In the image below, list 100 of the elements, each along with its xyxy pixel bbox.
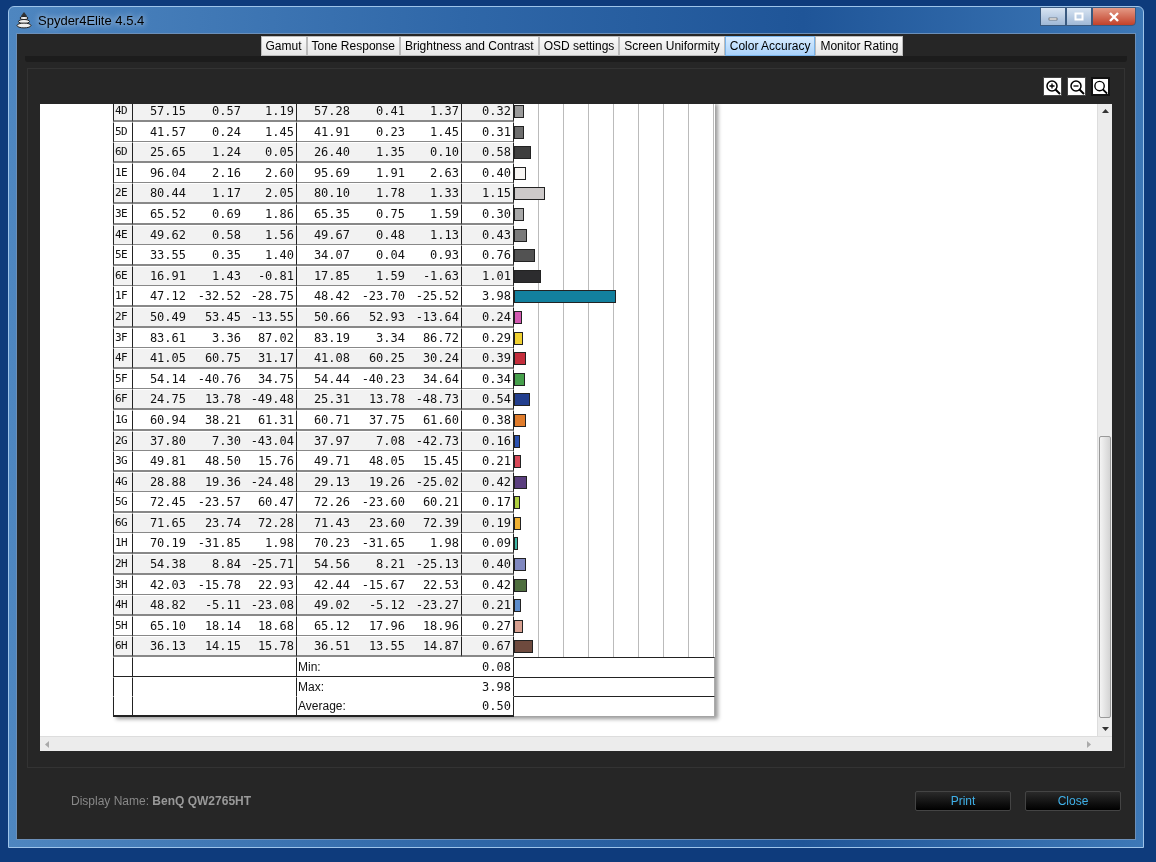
tab[interactable]: Monitor Rating <box>815 36 904 56</box>
table-cell: 13.55 <box>352 636 407 658</box>
table-cell: 50.66 <box>297 306 352 328</box>
table-cell: 0.40 <box>462 162 514 184</box>
table-cell: 6E <box>113 265 133 287</box>
table-cell: 22.53 <box>407 574 462 596</box>
table-cell: 0.05 <box>243 142 297 164</box>
zoom-in-button[interactable] <box>1043 77 1062 96</box>
vertical-scrollbar[interactable] <box>1097 104 1112 736</box>
table-cell: 0.32 <box>462 104 514 122</box>
table-cell: 1.43 <box>188 265 243 287</box>
table-cell: 48.42 <box>297 286 352 308</box>
table-cell: 1.15 <box>462 183 514 205</box>
minimize-button[interactable] <box>1040 7 1066 26</box>
tab[interactable]: Brightness and Contrast <box>399 36 539 56</box>
table-cell: 60.21 <box>407 492 462 514</box>
table-cell: 2.60 <box>243 162 297 184</box>
table-cell: 1F <box>113 286 133 308</box>
table-cell: 14.87 <box>407 636 462 658</box>
table-cell: 15.45 <box>407 451 462 473</box>
table-cell: 87.02 <box>243 327 297 349</box>
table-cell: 1.45 <box>407 121 462 143</box>
table-cell: 1H <box>113 533 133 555</box>
table-cell: 1.01 <box>462 265 514 287</box>
table-cell: 2E <box>113 183 133 205</box>
table-cell: 1.56 <box>243 224 297 246</box>
zoom-out-button[interactable] <box>1067 77 1086 96</box>
table-cell: 33.55 <box>133 245 188 267</box>
scrollbar-thumb[interactable] <box>1099 436 1111 718</box>
table-cell: 4F <box>113 348 133 370</box>
table-cell: 30.24 <box>407 348 462 370</box>
table-cell: 18.96 <box>407 615 462 637</box>
table-cell: 48.82 <box>133 595 188 617</box>
table-cell: 8.21 <box>352 554 407 576</box>
table-cell: 0.04 <box>352 245 407 267</box>
scroll-down-icon[interactable] <box>1100 726 1110 732</box>
table-cell: 7.08 <box>352 430 407 452</box>
table-cell: 41.08 <box>297 348 352 370</box>
table-cell: 36.13 <box>133 636 188 658</box>
table-cell: 0.54 <box>462 389 514 411</box>
table-cell: 6D <box>113 142 133 164</box>
table-cell: 0.57 <box>188 104 243 122</box>
table-cell: -25.13 <box>407 554 462 576</box>
table-cell: 49.67 <box>297 224 352 246</box>
table-cell: -28.75 <box>243 286 297 308</box>
table-cell: 34.07 <box>297 245 352 267</box>
table-cell: 0.19 <box>462 512 514 534</box>
table-cell: Average: <box>297 696 462 718</box>
tab[interactable]: Color Accuracy <box>724 36 816 56</box>
table-cell: 23.60 <box>352 512 407 534</box>
table-cell: 4D <box>113 104 133 122</box>
table-cell: -31.85 <box>188 533 243 555</box>
table-cell: 1.98 <box>243 533 297 555</box>
display-name-text: Display Name: BenQ QW2765HT <box>71 793 252 808</box>
tab[interactable]: Tone Response <box>306 36 400 56</box>
close-button[interactable] <box>1092 7 1136 26</box>
table-cell: -1.63 <box>407 265 462 287</box>
table-cell: 0.21 <box>462 451 514 473</box>
table-cell: 1E <box>113 162 133 184</box>
table-cell: 0.27 <box>462 615 514 637</box>
zoom-fit-button[interactable] <box>1091 77 1110 96</box>
table-cell: 18.68 <box>243 615 297 637</box>
table-cell: 0.34 <box>462 368 514 390</box>
table-cell: 1.59 <box>407 203 462 225</box>
table-cell: -43.04 <box>243 430 297 452</box>
table-cell: 0.41 <box>352 104 407 122</box>
table-cell: -25.71 <box>243 554 297 576</box>
scroll-up-icon[interactable] <box>1100 108 1110 114</box>
table-cell: 54.56 <box>297 554 352 576</box>
table-cell: 1.35 <box>352 142 407 164</box>
table-cell: 2F <box>113 306 133 328</box>
maximize-button[interactable] <box>1066 7 1092 26</box>
table-cell: 49.81 <box>133 451 188 473</box>
tab[interactable]: OSD settings <box>538 36 620 56</box>
tab[interactable]: Screen Uniformity <box>619 36 725 56</box>
table-cell: 5G <box>113 492 133 514</box>
footer-button[interactable]: Close <box>1025 790 1121 811</box>
table-cell: 29.13 <box>297 471 352 493</box>
table-cell: 8.84 <box>188 554 243 576</box>
table-cell: 3F <box>113 327 133 349</box>
table-cell: 4E <box>113 224 133 246</box>
footer-button[interactable]: Print <box>915 790 1011 811</box>
table-cell: 71.65 <box>133 512 188 534</box>
table-cell: 34.64 <box>407 368 462 390</box>
table-cell: 0.58 <box>462 142 514 164</box>
table-cell: 1G <box>113 409 133 431</box>
table-cell: 0.42 <box>462 574 514 596</box>
tab[interactable]: Gamut <box>260 36 307 56</box>
table-cell: 37.97 <box>297 430 352 452</box>
table-cell: 80.44 <box>133 183 188 205</box>
table-cell: -23.08 <box>243 595 297 617</box>
table-cell: 60.75 <box>188 348 243 370</box>
table-cell: -49.48 <box>243 389 297 411</box>
table-cell: 0.10 <box>407 142 462 164</box>
table-cell: 1.45 <box>243 121 297 143</box>
table-cell: 0.48 <box>352 224 407 246</box>
table-cell: 16.91 <box>133 265 188 287</box>
table-cell: 0.31 <box>462 121 514 143</box>
table-cell: -42.73 <box>407 430 462 452</box>
table-cell: 5F <box>113 368 133 390</box>
